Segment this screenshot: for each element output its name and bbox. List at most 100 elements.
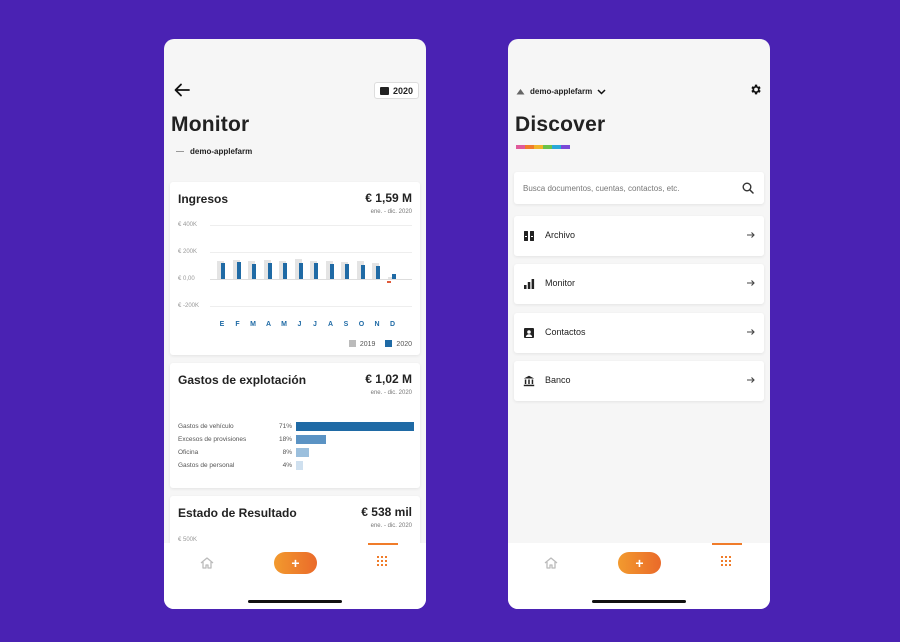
menu-item-archivo[interactable]: Archivo [514,216,764,256]
calendar-icon [379,86,389,95]
menu-item-label: Archivo [545,230,576,240]
y-tick-label: € -200K [178,303,200,309]
menu-item-label: Monitor [545,278,576,288]
bar-2020-5 [298,262,303,279]
search-input[interactable] [514,172,764,204]
arrow-right-icon [747,329,755,335]
legend-item-2020: 2020 [385,340,412,348]
org-label: demo-applefarm [176,147,252,156]
org-logo-icon [516,89,525,95]
bar-2020-9 [360,264,365,279]
bar-2020-7 [329,264,334,279]
org-switcher[interactable]: demo-applefarm [516,87,606,96]
x-tick-label: J [297,321,302,328]
org-name: demo-applefarm [530,87,593,96]
bottom-navigation: + [508,543,770,609]
home-icon[interactable] [544,557,558,569]
home-indicator [592,600,686,603]
active-tab-indicator [368,543,398,545]
expense-bar [296,448,310,457]
expense-label: Excesos de provisiones [178,436,247,443]
expense-bar [296,461,303,470]
brand-color-swatch [516,145,525,149]
search-icon[interactable] [742,182,754,194]
gear-icon[interactable] [749,83,762,96]
brand-color-swatch [552,145,561,149]
page-title: Monitor [171,113,250,136]
chevron-down-icon [597,88,606,95]
x-tick-label: O [358,321,365,328]
home-icon[interactable] [200,557,214,569]
bar-2020-8 [345,264,349,279]
card-value: € 1,59 M [365,191,412,205]
card-value: € 538 mil [361,505,412,519]
expense-percent: 4% [282,462,292,469]
card-title: Gastos de explotación [178,373,307,387]
bank-icon [523,375,535,387]
ingresos-card[interactable]: Ingresos € 1,59 M ene. - dic. 2020 € 400… [170,182,420,355]
expense-row: Gastos de personal 4% [178,461,410,471]
expense-label: Gastos de personal [178,462,235,469]
expense-label: Gastos de vehículo [178,423,234,430]
chart-legend: 2019 2020 [348,340,412,348]
card-title: Ingresos [178,192,229,206]
x-tick-label: E [219,321,225,328]
year-label: 2020 [392,85,413,96]
expense-row: Gastos de vehículo 71% [178,422,414,432]
bottom-navigation: + [164,543,426,609]
expense-row: Excesos de provisiones 18% [178,435,410,445]
card-period: ene. - dic. 2020 [370,523,412,529]
menu-item-monitor[interactable]: Monitor [514,264,764,304]
bar-2020-10 [376,265,380,279]
x-tick-label: M [281,321,287,328]
bar-2020-0 [221,262,225,279]
search-bar[interactable] [514,172,764,204]
arrow-right-icon [747,232,755,238]
y-tick-label: € 0,00 [178,276,195,282]
grid-line [210,306,412,307]
x-tick-label: N [374,321,380,328]
org-icon [176,151,184,152]
back-arrow-icon[interactable] [174,83,190,97]
bar-2020-3 [267,263,272,279]
year-selector-button[interactable]: 2020 [373,82,419,99]
card-period: ene. - dic. 2020 [370,390,412,396]
menu-item-contactos[interactable]: Contactos [514,313,764,353]
apps-grid-icon[interactable] [377,556,387,566]
expense-row: Oficina 8% [178,448,410,458]
x-tick-label: A [265,321,272,328]
bar-2020-6 [314,262,318,279]
add-button[interactable]: + [618,552,661,574]
grid-line [210,225,412,226]
brand-color-swatch [543,145,552,149]
active-tab-indicator [712,543,742,545]
expense-percent: 8% [282,449,292,456]
brand-color-swatch [525,145,534,149]
y-tick-label: € 200K [178,249,198,255]
org-name: demo-applefarm [190,147,253,156]
x-tick-label: J [313,321,317,328]
monitor-header: 2020 Monitor demo-applefarm [164,39,426,156]
menu-item-label: Banco [545,375,571,385]
menu-item-banco[interactable]: Banco [514,361,764,401]
brand-color-strip [516,145,570,149]
card-period: ene. - dic. 2020 [370,209,412,215]
apps-grid-icon[interactable] [721,556,731,566]
page-title: Discover [515,113,606,136]
bar-2020-11 [391,273,396,279]
x-tick-label: D [389,321,396,328]
expense-percent: 18% [278,436,292,443]
y-tick-label: € 400K [178,222,198,228]
monitor-screen: 2020 Monitor demo-applefarm Ingresos € 1… [164,39,426,609]
gastos-card[interactable]: Gastos de explotación € 1,02 M ene. - di… [170,363,420,488]
archive-icon [524,231,534,241]
arrow-right-icon [747,377,755,383]
card-value: € 1,02 M [365,372,412,386]
card-title: Estado de Resultado [178,506,297,520]
negative-value-marker [386,281,391,283]
x-tick-label: A [327,321,334,328]
expense-bar [296,422,414,431]
menu-item-label: Contactos [545,327,586,337]
add-button[interactable]: + [274,552,317,574]
bar-2020-1 [236,262,241,279]
